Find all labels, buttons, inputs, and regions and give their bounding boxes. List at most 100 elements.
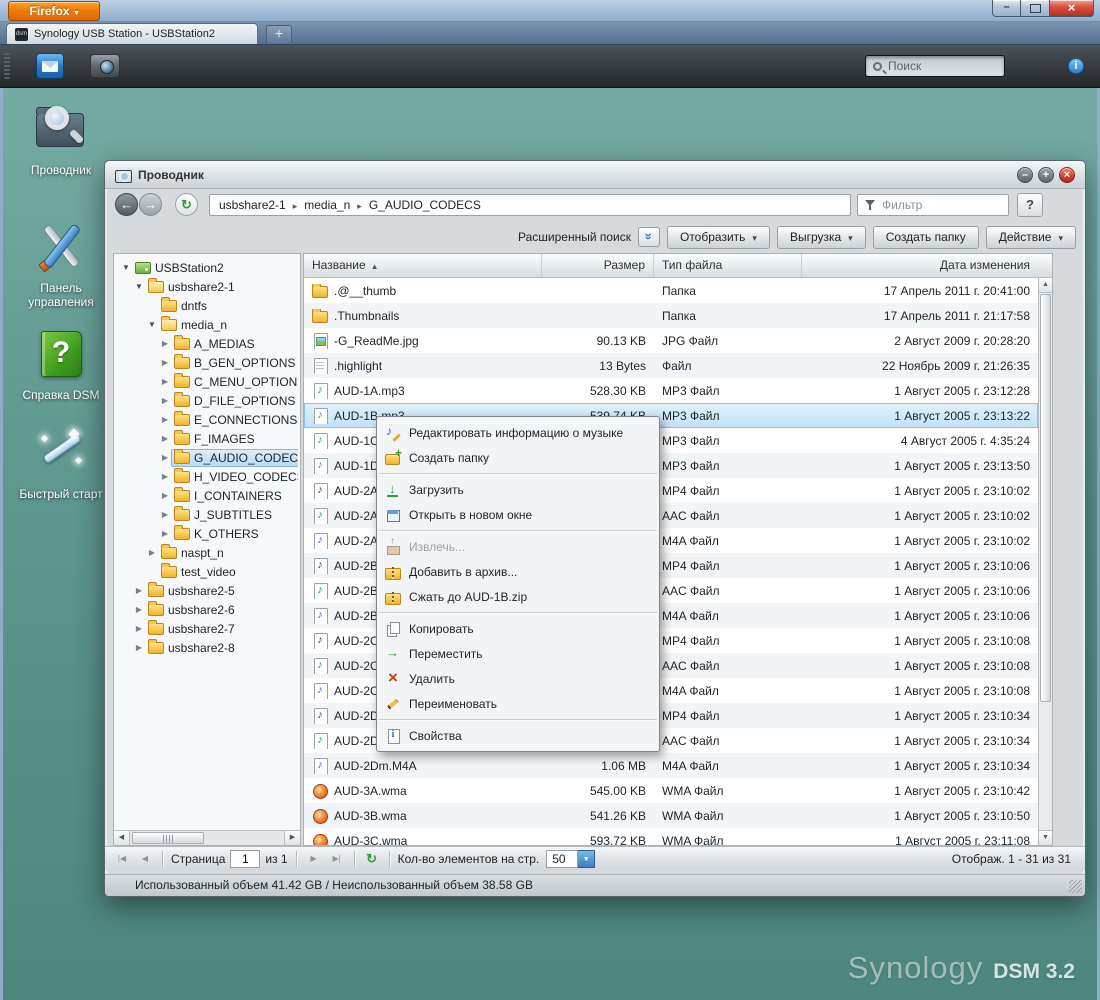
- resize-grip[interactable]: [1069, 880, 1082, 893]
- tree-expand-arrow-icon[interactable]: [159, 377, 171, 386]
- column-header-size[interactable]: Размер: [542, 254, 654, 277]
- toolbar-button[interactable]: Действие: [985, 225, 1076, 249]
- file-row[interactable]: -G_ReadMe.jpg 90.13 KB JPG Файл 2 Август…: [304, 328, 1038, 353]
- tree-item[interactable]: C_MENU_OPTIONS: [116, 372, 298, 391]
- tree-item[interactable]: H_VIDEO_CODECS: [116, 467, 298, 486]
- breadcrumb-label[interactable]: media_n: [304, 198, 350, 212]
- tree-item[interactable]: F_IMAGES: [116, 429, 298, 448]
- minimize-button[interactable]: [992, 0, 1021, 17]
- tree-item[interactable]: usbshare2-7: [116, 619, 298, 638]
- window-titlebar[interactable]: Проводник: [105, 161, 1085, 189]
- tree-expand-arrow-icon[interactable]: [133, 605, 145, 614]
- toolbar-button[interactable]: Отобразить: [666, 225, 770, 249]
- scroll-down-arrow-icon[interactable]: [1039, 830, 1052, 845]
- tree-expand-arrow-icon[interactable]: [159, 472, 171, 481]
- help-button[interactable]: ?: [1017, 193, 1043, 217]
- advanced-search-expand-button[interactable]: [637, 227, 660, 247]
- tree-item[interactable]: I_CONTAINERS: [116, 486, 298, 505]
- file-row[interactable]: .Thumbnails Папка 17 Апрель 2011 г. 21:1…: [304, 303, 1038, 328]
- tree-horizontal-scrollbar[interactable]: [114, 830, 300, 845]
- window-minimize-button[interactable]: [1017, 166, 1033, 183]
- context-menu-item[interactable]: Открыть в новом окне: [377, 502, 659, 527]
- tree-expand-arrow-icon[interactable]: [159, 529, 171, 538]
- tree-expand-arrow-icon[interactable]: [133, 643, 145, 652]
- context-menu-item[interactable]: Переместить: [377, 641, 659, 666]
- new-tab-button[interactable]: +: [266, 25, 292, 43]
- tree-item[interactable]: G_AUDIO_CODECS: [116, 448, 298, 467]
- file-row[interactable]: AUD-3A.wma 545.00 KB WMA Файл 1 Август 2…: [304, 778, 1038, 803]
- context-menu-item[interactable]: Редактировать информацию о музыке: [377, 420, 659, 445]
- tree-expand-arrow-icon[interactable]: [159, 491, 171, 500]
- context-menu-item[interactable]: Копировать: [377, 612, 659, 641]
- tree-item[interactable]: test_video: [116, 562, 298, 581]
- context-menu-item[interactable]: Сжать до AUD-1B.zip: [377, 584, 659, 609]
- breadcrumb-label[interactable]: G_AUDIO_CODECS: [369, 198, 481, 212]
- desktop-icon-explorer[interactable]: Проводник: [13, 100, 109, 177]
- tree-item[interactable]: media_n: [116, 315, 298, 334]
- tree-item[interactable]: dntfs: [116, 296, 298, 315]
- scroll-right-arrow-icon[interactable]: [284, 831, 300, 845]
- page-number-input[interactable]: [230, 849, 261, 868]
- back-button[interactable]: [115, 193, 138, 216]
- scroll-left-arrow-icon[interactable]: [114, 831, 130, 845]
- window-maximize-button[interactable]: [1038, 166, 1054, 183]
- tree-item[interactable]: A_MEDIAS: [116, 334, 298, 353]
- tree-expand-arrow-icon[interactable]: [159, 415, 171, 424]
- scrollbar-thumb[interactable]: [1040, 294, 1051, 703]
- filter-input[interactable]: Фильтр: [857, 194, 1009, 216]
- column-header-date[interactable]: Дата изменения: [802, 254, 1052, 277]
- window-close-button[interactable]: [1059, 166, 1075, 183]
- scrollbar-thumb[interactable]: [132, 832, 204, 844]
- breadcrumb-label[interactable]: usbshare2-1: [219, 198, 286, 212]
- breadcrumb[interactable]: usbshare2-1 media_n G_AUDIO_CODECS: [209, 194, 851, 216]
- refresh-list-button[interactable]: [363, 851, 381, 867]
- tree-expand-arrow-icon[interactable]: [159, 358, 171, 367]
- file-list-vertical-scrollbar[interactable]: [1038, 278, 1052, 845]
- close-button[interactable]: [1049, 0, 1094, 17]
- maximize-button[interactable]: [1021, 0, 1049, 17]
- info-icon[interactable]: [1068, 58, 1084, 74]
- desktop-icon-dsm-help[interactable]: ? Справка DSM: [13, 325, 109, 402]
- scroll-up-arrow-icon[interactable]: [1039, 278, 1052, 293]
- context-menu-item[interactable]: Загрузить: [377, 473, 659, 502]
- firefox-menu-button[interactable]: Firefox ▾: [8, 1, 100, 21]
- browser-tab[interactable]: Synology USB Station - USBStation2: [6, 23, 258, 44]
- forward-button[interactable]: [139, 193, 162, 216]
- breadcrumb-item[interactable]: usbshare2-1: [219, 198, 304, 212]
- tree-item[interactable]: usbshare2-6: [116, 600, 298, 619]
- context-menu-item[interactable]: Извлечь...: [377, 530, 659, 559]
- tree-expand-arrow-icon[interactable]: [120, 263, 132, 272]
- tree-item[interactable]: naspt_n: [116, 543, 298, 562]
- tree-expand-arrow-icon[interactable]: [159, 396, 171, 405]
- toolbar-button[interactable]: Выгрузка: [776, 225, 866, 249]
- tree-item[interactable]: D_FILE_OPTIONS: [116, 391, 298, 410]
- file-row[interactable]: .@__thumb Папка 17 Апрель 2011 г. 20:41:…: [304, 278, 1038, 303]
- next-page-button[interactable]: [305, 850, 323, 868]
- toolbar-button[interactable]: Создать папку: [872, 225, 979, 249]
- file-row[interactable]: .highlight 13 Bytes Файл 22 Ноябрь 2009 …: [304, 353, 1038, 378]
- tree-expand-arrow-icon[interactable]: [159, 434, 171, 443]
- context-menu-item[interactable]: Удалить: [377, 666, 659, 691]
- desktop-icon-quick-start[interactable]: Быстрый старт: [13, 424, 109, 501]
- context-menu-item[interactable]: Создать папку: [377, 445, 659, 470]
- context-menu-item[interactable]: Свойства: [377, 719, 659, 748]
- refresh-button[interactable]: [175, 193, 198, 216]
- first-page-button[interactable]: [113, 850, 131, 868]
- tree-expand-arrow-icon[interactable]: [159, 339, 171, 348]
- context-menu-item[interactable]: Добавить в архив...: [377, 559, 659, 584]
- tree-expand-arrow-icon[interactable]: [146, 320, 158, 329]
- tree-item[interactable]: E_CONNECTIONS: [116, 410, 298, 429]
- mail-extension-icon[interactable]: [36, 53, 64, 79]
- desktop-icon-control-panel[interactable]: Панель управления: [13, 218, 109, 309]
- screenshot-camera-icon[interactable]: [90, 54, 120, 78]
- tree-expand-arrow-icon[interactable]: [159, 510, 171, 519]
- tree-item[interactable]: B_GEN_OPTIONS: [116, 353, 298, 372]
- column-header-name[interactable]: Название: [304, 254, 542, 277]
- tree-expand-arrow-icon[interactable]: [133, 624, 145, 633]
- tree-expand-arrow-icon[interactable]: [159, 453, 171, 462]
- tree-item[interactable]: usbshare2-8: [116, 638, 298, 657]
- tree-item[interactable]: J_SUBTITLES: [116, 505, 298, 524]
- tree-item[interactable]: USBStation2: [116, 258, 298, 277]
- context-menu-item[interactable]: Переименовать: [377, 691, 659, 716]
- column-header-type[interactable]: Тип файла: [654, 254, 802, 277]
